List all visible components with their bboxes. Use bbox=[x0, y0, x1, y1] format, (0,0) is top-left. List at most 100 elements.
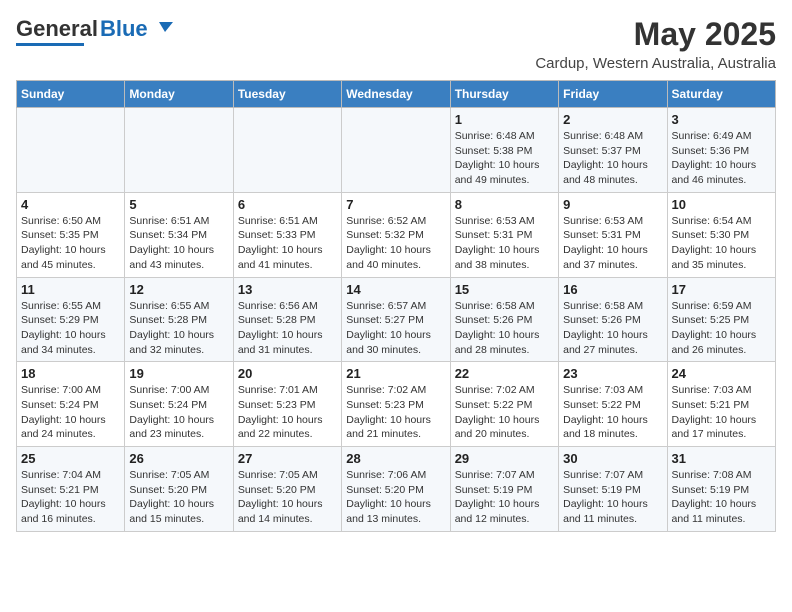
day-number: 22 bbox=[455, 366, 554, 381]
day-content: Sunrise: 6:51 AM Sunset: 5:34 PM Dayligh… bbox=[129, 214, 228, 273]
day-cell: 23 Sunrise: 7:03 AM Sunset: 5:22 PM Dayli… bbox=[559, 362, 667, 447]
day-cell: 1Sunrise: 6:48 AM Sunset: 5:38 PM Daylig… bbox=[450, 108, 558, 193]
weekday-header-sunday: Sunday bbox=[17, 81, 125, 108]
day-content: Sunrise: 7:01 AM Sunset: 5:23 PM Dayligh… bbox=[238, 383, 337, 442]
calendar-table: SundayMondayTuesdayWednesdayThursdayFrid… bbox=[16, 80, 776, 532]
weekday-header-monday: Monday bbox=[125, 81, 233, 108]
day-content: Sunrise: 6:58 AM Sunset: 5:26 PM Dayligh… bbox=[563, 299, 662, 358]
day-cell: 18 Sunrise: 7:00 AM Sunset: 5:24 PM Dayli… bbox=[17, 362, 125, 447]
day-cell: 11 Sunrise: 6:55 AM Sunset: 5:29 PM Dayli… bbox=[17, 277, 125, 362]
day-content: Sunrise: 7:05 AM Sunset: 5:20 PM Dayligh… bbox=[129, 468, 228, 527]
day-cell bbox=[342, 108, 450, 193]
day-cell: 27Sunrise: 7:05 AM Sunset: 5:20 PM Dayli… bbox=[233, 447, 341, 532]
day-number: 5 bbox=[129, 197, 228, 212]
day-content: Sunrise: 7:03 AM Sunset: 5:22 PM Dayligh… bbox=[563, 383, 662, 442]
day-number: 7 bbox=[346, 197, 445, 212]
day-cell: 26Sunrise: 7:05 AM Sunset: 5:20 PM Dayli… bbox=[125, 447, 233, 532]
calendar-subtitle: Cardup, Western Australia, Australia bbox=[535, 55, 776, 72]
day-number: 31 bbox=[672, 451, 771, 466]
day-cell: 29 Sunrise: 7:07 AM Sunset: 5:19 PM Dayli… bbox=[450, 447, 558, 532]
day-content: Sunrise: 6:53 AM Sunset: 5:31 PM Dayligh… bbox=[563, 214, 662, 273]
day-cell: 2 Sunrise: 6:48 AM Sunset: 5:37 PM Daylig… bbox=[559, 108, 667, 193]
day-cell: 20 Sunrise: 7:01 AM Sunset: 5:23 PM Dayli… bbox=[233, 362, 341, 447]
day-content: Sunrise: 6:51 AM Sunset: 5:33 PM Dayligh… bbox=[238, 214, 337, 273]
day-number: 2 bbox=[563, 112, 662, 127]
day-cell: 19 Sunrise: 7:00 AM Sunset: 5:24 PM Dayli… bbox=[125, 362, 233, 447]
calendar-title: May 2025 bbox=[535, 16, 776, 53]
day-content: Sunrise: 6:48 AM Sunset: 5:38 PM Dayligh… bbox=[455, 129, 554, 188]
day-content: Sunrise: 6:50 AM Sunset: 5:35 PM Dayligh… bbox=[21, 214, 120, 273]
day-content: Sunrise: 6:55 AM Sunset: 5:29 PM Dayligh… bbox=[21, 299, 120, 358]
day-content: Sunrise: 7:07 AM Sunset: 5:19 PM Dayligh… bbox=[563, 468, 662, 527]
weekday-header-saturday: Saturday bbox=[667, 81, 775, 108]
day-content: Sunrise: 6:52 AM Sunset: 5:32 PM Dayligh… bbox=[346, 214, 445, 273]
day-content: Sunrise: 7:00 AM Sunset: 5:24 PM Dayligh… bbox=[129, 383, 228, 442]
day-cell: 12 Sunrise: 6:55 AM Sunset: 5:28 PM Dayli… bbox=[125, 277, 233, 362]
weekday-header-tuesday: Tuesday bbox=[233, 81, 341, 108]
day-cell: 28 Sunrise: 7:06 AM Sunset: 5:20 PM Dayli… bbox=[342, 447, 450, 532]
day-cell: 15Sunrise: 6:58 AM Sunset: 5:26 PM Dayli… bbox=[450, 277, 558, 362]
logo-blue: Blue bbox=[100, 16, 148, 42]
week-row-1: 1Sunrise: 6:48 AM Sunset: 5:38 PM Daylig… bbox=[17, 108, 776, 193]
day-number: 11 bbox=[21, 282, 120, 297]
day-content: Sunrise: 7:02 AM Sunset: 5:23 PM Dayligh… bbox=[346, 383, 445, 442]
day-number: 4 bbox=[21, 197, 120, 212]
logo-general: General bbox=[16, 16, 98, 42]
day-cell: 25Sunrise: 7:04 AM Sunset: 5:21 PM Dayli… bbox=[17, 447, 125, 532]
day-content: Sunrise: 6:49 AM Sunset: 5:36 PM Dayligh… bbox=[672, 129, 771, 188]
day-number: 23 bbox=[563, 366, 662, 381]
day-content: Sunrise: 6:56 AM Sunset: 5:28 PM Dayligh… bbox=[238, 299, 337, 358]
day-cell: 5 Sunrise: 6:51 AM Sunset: 5:34 PM Daylig… bbox=[125, 192, 233, 277]
day-content: Sunrise: 6:48 AM Sunset: 5:37 PM Dayligh… bbox=[563, 129, 662, 188]
day-cell: 6Sunrise: 6:51 AM Sunset: 5:33 PM Daylig… bbox=[233, 192, 341, 277]
day-cell: 16 Sunrise: 6:58 AM Sunset: 5:26 PM Dayli… bbox=[559, 277, 667, 362]
day-number: 24 bbox=[672, 366, 771, 381]
day-number: 9 bbox=[563, 197, 662, 212]
day-number: 14 bbox=[346, 282, 445, 297]
day-number: 27 bbox=[238, 451, 337, 466]
week-row-4: 18 Sunrise: 7:00 AM Sunset: 5:24 PM Dayli… bbox=[17, 362, 776, 447]
week-row-3: 11 Sunrise: 6:55 AM Sunset: 5:29 PM Dayli… bbox=[17, 277, 776, 362]
day-cell: 30 Sunrise: 7:07 AM Sunset: 5:19 PM Dayli… bbox=[559, 447, 667, 532]
logo: General Blue bbox=[16, 16, 173, 46]
day-number: 25 bbox=[21, 451, 120, 466]
day-content: Sunrise: 7:07 AM Sunset: 5:19 PM Dayligh… bbox=[455, 468, 554, 527]
day-number: 29 bbox=[455, 451, 554, 466]
day-content: Sunrise: 7:06 AM Sunset: 5:20 PM Dayligh… bbox=[346, 468, 445, 527]
day-number: 30 bbox=[563, 451, 662, 466]
day-cell: 3 Sunrise: 6:49 AM Sunset: 5:36 PM Daylig… bbox=[667, 108, 775, 193]
day-number: 17 bbox=[672, 282, 771, 297]
day-cell: 7 Sunrise: 6:52 AM Sunset: 5:32 PM Daylig… bbox=[342, 192, 450, 277]
day-number: 28 bbox=[346, 451, 445, 466]
day-cell: 13Sunrise: 6:56 AM Sunset: 5:28 PM Dayli… bbox=[233, 277, 341, 362]
day-number: 21 bbox=[346, 366, 445, 381]
day-content: Sunrise: 6:57 AM Sunset: 5:27 PM Dayligh… bbox=[346, 299, 445, 358]
week-row-5: 25Sunrise: 7:04 AM Sunset: 5:21 PM Dayli… bbox=[17, 447, 776, 532]
day-content: Sunrise: 7:00 AM Sunset: 5:24 PM Dayligh… bbox=[21, 383, 120, 442]
day-number: 18 bbox=[21, 366, 120, 381]
day-number: 10 bbox=[672, 197, 771, 212]
day-number: 8 bbox=[455, 197, 554, 212]
day-number: 19 bbox=[129, 366, 228, 381]
weekday-header-friday: Friday bbox=[559, 81, 667, 108]
title-block: May 2025 Cardup, Western Australia, Aust… bbox=[535, 16, 776, 72]
day-cell: 14 Sunrise: 6:57 AM Sunset: 5:27 PM Dayli… bbox=[342, 277, 450, 362]
day-content: Sunrise: 6:55 AM Sunset: 5:28 PM Dayligh… bbox=[129, 299, 228, 358]
day-cell: 24Sunrise: 7:03 AM Sunset: 5:21 PM Dayli… bbox=[667, 362, 775, 447]
weekday-header-wednesday: Wednesday bbox=[342, 81, 450, 108]
day-content: Sunrise: 6:53 AM Sunset: 5:31 PM Dayligh… bbox=[455, 214, 554, 273]
day-number: 3 bbox=[672, 112, 771, 127]
day-cell: 22 Sunrise: 7:02 AM Sunset: 5:22 PM Dayli… bbox=[450, 362, 558, 447]
logo-icon bbox=[151, 18, 173, 40]
day-content: Sunrise: 6:58 AM Sunset: 5:26 PM Dayligh… bbox=[455, 299, 554, 358]
day-cell: 8 Sunrise: 6:53 AM Sunset: 5:31 PM Daylig… bbox=[450, 192, 558, 277]
day-cell: 10 Sunrise: 6:54 AM Sunset: 5:30 PM Dayli… bbox=[667, 192, 775, 277]
day-number: 16 bbox=[563, 282, 662, 297]
day-number: 12 bbox=[129, 282, 228, 297]
day-number: 20 bbox=[238, 366, 337, 381]
day-cell: 21 Sunrise: 7:02 AM Sunset: 5:23 PM Dayli… bbox=[342, 362, 450, 447]
day-content: Sunrise: 6:54 AM Sunset: 5:30 PM Dayligh… bbox=[672, 214, 771, 273]
day-content: Sunrise: 6:59 AM Sunset: 5:25 PM Dayligh… bbox=[672, 299, 771, 358]
day-cell bbox=[125, 108, 233, 193]
day-content: Sunrise: 7:02 AM Sunset: 5:22 PM Dayligh… bbox=[455, 383, 554, 442]
